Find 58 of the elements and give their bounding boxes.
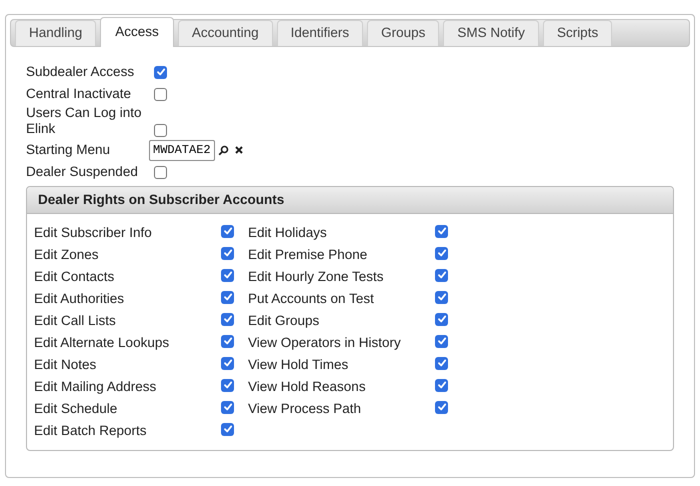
permission-label: View Hold Times — [248, 356, 350, 374]
tab[interactable]: Access — [100, 17, 174, 47]
permission-label: Edit Authorities — [34, 290, 126, 308]
checkbox[interactable] — [435, 268, 448, 282]
permission-label: View Hold Reasons — [248, 378, 367, 396]
checkbox[interactable] — [221, 400, 234, 414]
field-label: Subdealer Access — [26, 64, 136, 80]
permission-label: Edit Hourly Zone Tests — [248, 268, 385, 286]
checkbox[interactable] — [221, 290, 234, 304]
checkbox[interactable] — [154, 66, 167, 78]
tab[interactable]: Scripts — [542, 20, 612, 46]
checkbox[interactable] — [221, 378, 234, 392]
tab[interactable]: SMS Notify — [443, 20, 539, 46]
checkbox[interactable] — [435, 334, 448, 348]
checkbox[interactable] — [221, 268, 234, 282]
checkbox[interactable] — [435, 224, 448, 238]
tab[interactable]: Handling — [15, 20, 96, 46]
permission-label: Edit Holidays — [248, 224, 328, 242]
checkbox[interactable] — [221, 356, 234, 370]
section-header: Dealer Rights on Subscriber Accounts — [27, 187, 673, 214]
input-field[interactable]: MWDATAE2 — [149, 140, 215, 160]
checkbox[interactable] — [435, 378, 448, 392]
checkbox[interactable] — [221, 422, 234, 436]
permission-label: Edit Zones — [34, 246, 100, 264]
permission-label: View Operators in History — [248, 334, 402, 352]
permission-label: Edit Mailing Address — [34, 378, 158, 396]
checkbox[interactable] — [221, 334, 234, 348]
permission-label: Edit Call Lists — [34, 312, 117, 330]
permission-label: Edit Alternate Lookups — [34, 334, 170, 352]
permission-label: Edit Premise Phone — [248, 246, 368, 264]
checkbox[interactable] — [154, 166, 167, 178]
checkbox[interactable] — [221, 224, 234, 238]
permission-label: Edit Schedule — [34, 400, 118, 418]
checkbox[interactable] — [435, 356, 448, 370]
search-icon[interactable] — [218, 144, 229, 156]
permission-label: Put Accounts on Test — [248, 290, 375, 308]
permission-label: Edit Notes — [34, 356, 98, 374]
field-label: Users Can Log into Elink — [26, 105, 143, 137]
checkbox[interactable] — [435, 400, 448, 414]
tab[interactable]: Identifiers — [276, 20, 364, 46]
permission-label: Edit Subscriber Info — [34, 224, 153, 242]
field-label: Starting Menu — [26, 142, 112, 158]
field-label: Central Inactivate — [26, 86, 132, 102]
permission-label: View Process Path — [248, 400, 362, 418]
field-label: Dealer Suspended — [26, 164, 139, 180]
checkbox[interactable] — [154, 88, 167, 100]
tab[interactable]: Accounting — [178, 20, 273, 46]
tab[interactable]: Groups — [367, 20, 440, 46]
permission-label: Edit Groups — [248, 312, 320, 330]
checkbox[interactable] — [221, 312, 234, 326]
checkbox[interactable] — [435, 312, 448, 326]
checkbox[interactable] — [221, 246, 234, 260]
permission-label: Edit Contacts — [34, 268, 116, 286]
permission-label: Edit Batch Reports — [34, 422, 148, 440]
checkbox[interactable] — [154, 124, 167, 137]
clear-icon[interactable] — [235, 146, 243, 154]
checkbox[interactable] — [435, 290, 448, 304]
checkbox[interactable] — [435, 246, 448, 260]
